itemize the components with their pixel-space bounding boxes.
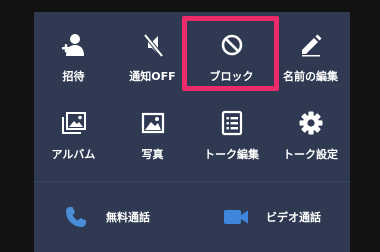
gear-icon bbox=[298, 110, 324, 136]
chat-menu-panel: 招待 通知OFF ブロック 名前の編集 アルバム 写真 トーク編集 トーク設定 … bbox=[34, 12, 350, 252]
list-icon bbox=[219, 110, 245, 136]
photos-label: 写真 bbox=[141, 148, 164, 161]
edit-name-button[interactable]: 名前の編集 bbox=[271, 12, 350, 90]
phone-icon bbox=[62, 203, 90, 231]
video-call-label: ビデオ通話 bbox=[266, 211, 321, 224]
mute-icon bbox=[140, 32, 166, 58]
block-label: ブロック bbox=[209, 70, 254, 83]
photo-icon bbox=[140, 110, 166, 136]
photos-button[interactable]: 写真 bbox=[113, 90, 192, 168]
album-icon bbox=[61, 110, 87, 136]
block-button[interactable]: ブロック bbox=[192, 12, 271, 90]
invite-button[interactable]: 招待 bbox=[34, 12, 113, 90]
video-call-button[interactable]: ビデオ通話 bbox=[192, 182, 350, 252]
chat-settings-button[interactable]: トーク設定 bbox=[271, 90, 350, 168]
edit-name-label: 名前の編集 bbox=[283, 70, 338, 83]
edit-chat-button[interactable]: トーク編集 bbox=[192, 90, 271, 168]
notifications-off-button[interactable]: 通知OFF bbox=[113, 12, 192, 90]
free-call-label: 無料通話 bbox=[106, 211, 150, 224]
chat-settings-label: トーク設定 bbox=[283, 148, 338, 161]
notifications-off-label: 通知OFF bbox=[129, 70, 176, 83]
album-label: アルバム bbox=[51, 148, 96, 161]
album-button[interactable]: アルバム bbox=[34, 90, 113, 168]
block-icon bbox=[219, 32, 245, 58]
edit-chat-label: トーク編集 bbox=[204, 148, 259, 161]
video-camera-icon bbox=[222, 203, 250, 231]
invite-label: 招待 bbox=[62, 70, 85, 83]
free-call-button[interactable]: 無料通話 bbox=[34, 182, 192, 252]
add-friend-icon bbox=[61, 32, 87, 58]
pencil-icon bbox=[298, 32, 324, 58]
